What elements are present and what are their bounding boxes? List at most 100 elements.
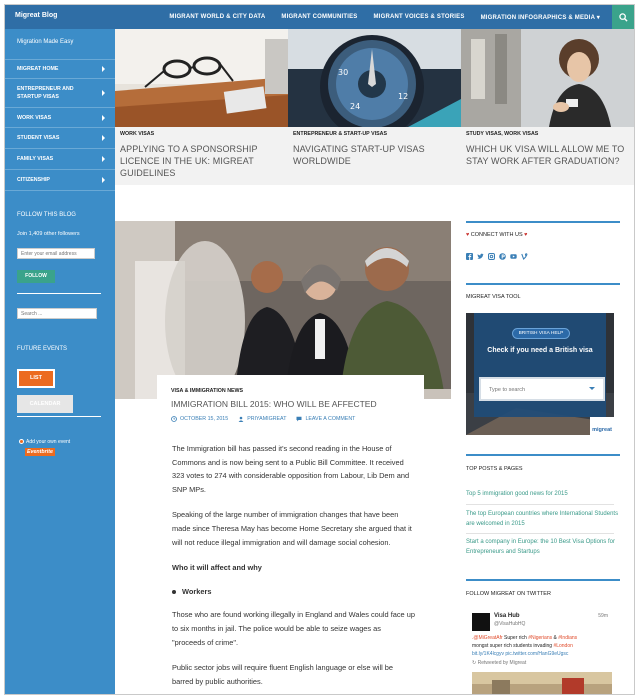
- featured-category[interactable]: ENTREPRENEUR & START-UP VISAS: [293, 131, 387, 137]
- twitter-icon[interactable]: [477, 253, 484, 260]
- side-menu-item-citizenship[interactable]: CITIZENSHIP: [5, 170, 115, 191]
- tweet-hashtag[interactable]: #Nigerians: [528, 635, 552, 641]
- instagram-icon[interactable]: [488, 253, 495, 260]
- tweet-text: .@MiGreatAfr Super rich #Nigerians & #In…: [472, 634, 618, 658]
- top-post-link[interactable]: Start a company in Europe: the 10 Best V…: [466, 538, 620, 557]
- connect-title: CONNECT WITH US: [470, 232, 523, 238]
- top-post-link[interactable]: The top European countries where Interna…: [466, 510, 620, 529]
- youtube-icon[interactable]: [510, 253, 517, 260]
- widget-divider: [466, 221, 620, 223]
- post-author[interactable]: PRIYAMIGREAT: [238, 416, 286, 422]
- tweet-hashtag[interactable]: #London: [553, 643, 572, 649]
- featured-image-graduate[interactable]: [461, 29, 634, 127]
- post-subheading: Who it will affect and why: [172, 563, 262, 573]
- events-calendar-button[interactable]: CALENDAR: [17, 395, 73, 413]
- featured-image-desk[interactable]: [115, 29, 288, 127]
- browser-frame: Migreat Blog MIGRANT WORLD & CITY DATA M…: [4, 4, 635, 695]
- post-comment-label: LEAVE A COMMENT: [305, 416, 356, 422]
- post-meta: OCTOBER 15, 2015 PRIYAMIGREAT LEAVE A CO…: [171, 416, 355, 422]
- search-button[interactable]: [612, 5, 634, 29]
- featured-image-compass[interactable]: 30 24 12: [288, 29, 461, 127]
- avatar[interactable]: [472, 613, 490, 631]
- featured-category[interactable]: WORK VISAS: [120, 131, 154, 137]
- nav-item-migrant-communities[interactable]: MIGRANT COMMUNITIES: [273, 5, 365, 29]
- search-icon: [618, 12, 628, 22]
- featured-post-1[interactable]: WORK VISAS APPLYING TO A SPONSORSHIP LIC…: [115, 29, 288, 185]
- eventbrite-dot-icon: [19, 439, 24, 445]
- pinterest-icon[interactable]: P: [499, 253, 506, 260]
- tool-title: MIGREAT VISA TOOL: [466, 294, 521, 300]
- divider: [466, 504, 614, 505]
- side-menu: MIGREAT HOME ENTREPRENEUR AND STARTUP VI…: [5, 59, 115, 191]
- tweet-handle[interactable]: @VisaHubHQ: [494, 621, 525, 627]
- retweet-label: Retweeted by Migreat: [477, 660, 527, 666]
- tweet-image[interactable]: [472, 672, 612, 694]
- follower-count: Join 1,409 other followers: [17, 231, 80, 237]
- events-list-button[interactable]: LIST: [17, 369, 55, 388]
- tweet-mention[interactable]: .@MiGreatAfr: [472, 635, 503, 641]
- nav-item-migrant-world[interactable]: MIGRANT WORLD & CITY DATA: [161, 5, 273, 29]
- featured-post-3[interactable]: STUDY VISAS, WORK VISAS WHICH UK VISA WI…: [461, 29, 634, 185]
- nav-item-infographics[interactable]: MIGRATION INFOGRAPHICS & MEDIA: [473, 5, 608, 29]
- site-tagline: Migration Made Easy: [17, 39, 74, 45]
- side-menu-label: FAMILY VISAS: [17, 156, 54, 162]
- nav-item-migrant-voices[interactable]: MIGRANT VOICES & STORIES: [366, 5, 473, 29]
- tool-search-input[interactable]: [489, 385, 585, 395]
- divider: [17, 293, 101, 294]
- follow-button[interactable]: FOLLOW: [17, 270, 55, 283]
- chevron-right-icon: [102, 177, 105, 183]
- side-menu-item-work-visas[interactable]: WORK VISAS: [5, 108, 115, 128]
- tweet-link[interactable]: bit.ly/1K4lcgyv pic.twitter.com/HanG9eUg…: [472, 651, 568, 657]
- heart-icon: ♥: [524, 232, 528, 238]
- tool-search-box[interactable]: [479, 377, 605, 401]
- post-date[interactable]: OCTOBER 15, 2015: [171, 416, 228, 422]
- svg-text:30: 30: [338, 68, 348, 77]
- migreat-logo: migreat: [592, 427, 612, 433]
- post-category[interactable]: VISA & IMMIGRATION NEWS: [171, 388, 243, 394]
- facebook-icon[interactable]: [466, 253, 473, 260]
- site-title[interactable]: Migreat Blog: [15, 12, 57, 19]
- featured-post-2[interactable]: 30 24 12 ENTREPRENEUR & START-UP VISAS N…: [288, 29, 461, 185]
- add-event-link[interactable]: Add your own event: [19, 439, 70, 445]
- post-title[interactable]: IMMIGRATION BILL 2015: WHO WILL BE AFFEC…: [171, 399, 377, 409]
- side-menu-item-entrepreneur[interactable]: ENTREPRENEUR AND STARTUP VISAS: [5, 79, 115, 108]
- side-menu-item-home[interactable]: MIGREAT HOME: [5, 60, 115, 79]
- follow-heading: FOLLOW THIS BLOG: [17, 212, 76, 218]
- post-paragraph: Speaking of the large number of immigrat…: [172, 510, 412, 547]
- post-comment-link[interactable]: LEAVE A COMMENT: [296, 416, 355, 422]
- tweet-author[interactable]: Visa Hub: [494, 613, 520, 619]
- top-posts-title: TOP POSTS & PAGES: [466, 466, 523, 472]
- user-icon: [238, 416, 244, 422]
- featured-title[interactable]: WHICH UK VISA WILL ALLOW ME TO STAY WORK…: [466, 143, 634, 167]
- top-post-link[interactable]: Top 5 immigration good news for 2015: [466, 490, 620, 500]
- vine-icon[interactable]: [521, 253, 528, 260]
- tweet-hashtag[interactable]: #Indians: [558, 635, 577, 641]
- widget-divider: [466, 454, 620, 456]
- clock-icon: [171, 416, 177, 422]
- chevron-right-icon: [102, 90, 105, 96]
- side-menu-item-student-visas[interactable]: STUDENT VISAS: [5, 128, 115, 149]
- side-menu-item-family-visas[interactable]: FAMILY VISAS: [5, 149, 115, 170]
- chevron-right-icon: [102, 156, 105, 162]
- side-menu-label: ENTREPRENEUR AND STARTUP VISAS: [17, 86, 74, 100]
- tweet-text-part: Super rich: [502, 635, 529, 641]
- tweet-time[interactable]: 59m: [598, 613, 608, 619]
- featured-title[interactable]: APPLYING TO A SPONSORSHIP LICENCE IN THE…: [120, 143, 288, 179]
- eventbrite-logo[interactable]: Eventbrite: [25, 448, 55, 456]
- sidebar-search-input[interactable]: [17, 308, 97, 319]
- post-featured-image[interactable]: [115, 221, 451, 399]
- email-field[interactable]: [17, 248, 95, 259]
- post-bullet: Workers: [172, 585, 416, 599]
- chevron-right-icon: [102, 66, 105, 72]
- featured-title[interactable]: NAVIGATING START-UP VISAS WORLDWIDE: [293, 143, 461, 167]
- post-paragraph: The Immigration bill has passed it's sec…: [172, 444, 410, 494]
- chevron-right-icon: [102, 135, 105, 141]
- tweet-retweet: ↻ Retweeted by Migreat: [472, 660, 527, 666]
- svg-text:12: 12: [398, 92, 408, 101]
- twitter-title: FOLLOW MIGREAT ON TWITTER: [466, 591, 551, 597]
- divider: [466, 533, 614, 534]
- tool-badge: BRITISH VISA HELP: [512, 328, 570, 339]
- visa-tool-widget[interactable]: BRITISH VISA HELP Check if you need a Br…: [466, 313, 614, 435]
- connect-heading: ♥ CONNECT WITH US ♥: [466, 232, 527, 238]
- featured-category[interactable]: STUDY VISAS, WORK VISAS: [466, 131, 538, 137]
